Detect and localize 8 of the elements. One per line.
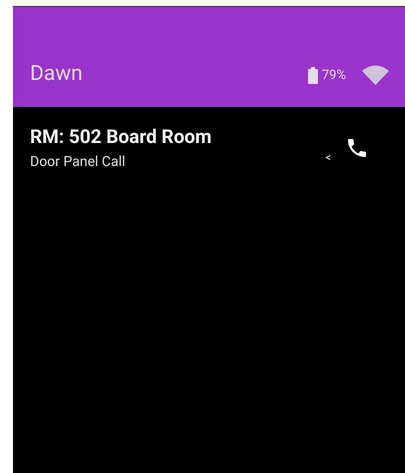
- battery-icon: [308, 66, 318, 84]
- indicator: <: [325, 152, 331, 162]
- call-subtitle: Door Panel Call: [30, 155, 126, 169]
- battery-level: 79%: [322, 68, 346, 82]
- call-title: RM: 502 Board Room: [30, 127, 212, 146]
- wifi-icon: [362, 65, 389, 85]
- phone-icon[interactable]: [345, 136, 369, 160]
- app-title: Dawn: [30, 64, 83, 85]
